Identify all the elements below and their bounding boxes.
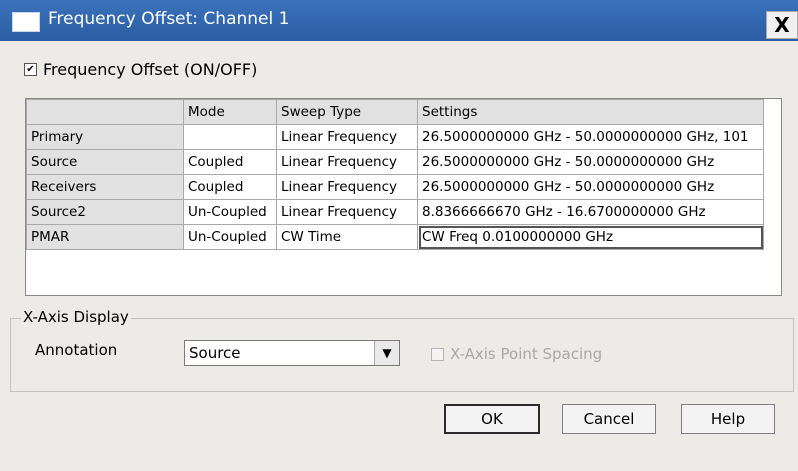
- title-bar: Frequency Offset: Channel 1 X: [0, 0, 798, 41]
- sweep-type-cell[interactable]: Linear Frequency: [276, 174, 418, 200]
- header-corner: [26, 99, 184, 125]
- header-settings[interactable]: Settings: [417, 99, 764, 125]
- mode-cell[interactable]: Un-Coupled: [183, 199, 277, 225]
- row-name: Receivers: [26, 174, 184, 200]
- row-name: Source: [26, 149, 184, 175]
- annotation-selected-value: Source: [189, 344, 241, 362]
- frequency-offset-label: Frequency Offset (ON/OFF): [43, 60, 258, 79]
- window-title: Frequency Offset: Channel 1: [48, 9, 290, 29]
- settings-cell[interactable]: 26.5000000000 GHz - 50.0000000000 GHz: [417, 174, 764, 200]
- row-name: Source2: [26, 199, 184, 225]
- cancel-button[interactable]: Cancel: [562, 404, 656, 434]
- table-row[interactable]: Receivers Coupled Linear Frequency 26.50…: [26, 174, 764, 200]
- settings-cell[interactable]: 8.8366666670 GHz - 16.6700000000 GHz: [417, 199, 764, 225]
- dropdown-arrow-icon[interactable]: ▼: [374, 341, 399, 365]
- row-name: Primary: [26, 124, 184, 150]
- sweep-table: Mode Sweep Type Settings Primary Linear …: [26, 99, 764, 250]
- window-icon: [12, 12, 40, 32]
- frequency-offset-checkbox[interactable]: ✔: [24, 63, 37, 76]
- sweep-type-cell[interactable]: Linear Frequency: [276, 149, 418, 175]
- mode-cell[interactable]: Coupled: [183, 149, 277, 175]
- x-axis-display-group: X-Axis Display Annotation Source ▼ X-Axi…: [10, 308, 794, 392]
- table-row[interactable]: PMAR Un-Coupled CW Time CW Freq 0.010000…: [26, 224, 764, 250]
- sweep-type-cell[interactable]: Linear Frequency: [276, 124, 418, 150]
- settings-cell-selected[interactable]: CW Freq 0.0100000000 GHz: [417, 224, 764, 250]
- settings-cell[interactable]: 26.5000000000 GHz - 50.0000000000 GHz: [417, 149, 764, 175]
- table-row[interactable]: Primary Linear Frequency 26.5000000000 G…: [26, 124, 764, 150]
- row-name: PMAR: [26, 224, 184, 250]
- annotation-label: Annotation: [35, 341, 118, 359]
- x-axis-display-legend: X-Axis Display: [21, 308, 131, 326]
- table-row[interactable]: Source2 Un-Coupled Linear Frequency 8.83…: [26, 199, 764, 225]
- sweep-type-cell[interactable]: CW Time: [276, 224, 418, 250]
- x-axis-point-spacing-option[interactable]: X-Axis Point Spacing: [431, 345, 602, 363]
- sweep-settings-grid: Mode Sweep Type Settings Primary Linear …: [25, 98, 782, 296]
- header-sweep-type[interactable]: Sweep Type: [276, 99, 418, 125]
- x-axis-point-spacing-checkbox[interactable]: [431, 347, 444, 361]
- close-button[interactable]: X: [766, 11, 798, 39]
- ok-button[interactable]: OK: [444, 404, 540, 434]
- annotation-dropdown[interactable]: Source ▼: [184, 340, 400, 366]
- settings-cell[interactable]: 26.5000000000 GHz - 50.0000000000 GHz, 1…: [417, 124, 764, 150]
- table-header-row: Mode Sweep Type Settings: [26, 99, 764, 125]
- mode-cell[interactable]: [183, 124, 277, 150]
- sweep-type-cell[interactable]: Linear Frequency: [276, 199, 418, 225]
- frequency-offset-toggle[interactable]: ✔ Frequency Offset (ON/OFF): [24, 60, 257, 79]
- mode-cell[interactable]: Coupled: [183, 174, 277, 200]
- help-button[interactable]: Help: [681, 404, 775, 434]
- header-mode[interactable]: Mode: [183, 99, 277, 125]
- mode-cell[interactable]: Un-Coupled: [183, 224, 277, 250]
- table-row[interactable]: Source Coupled Linear Frequency 26.50000…: [26, 149, 764, 175]
- x-axis-point-spacing-label: X-Axis Point Spacing: [450, 345, 603, 363]
